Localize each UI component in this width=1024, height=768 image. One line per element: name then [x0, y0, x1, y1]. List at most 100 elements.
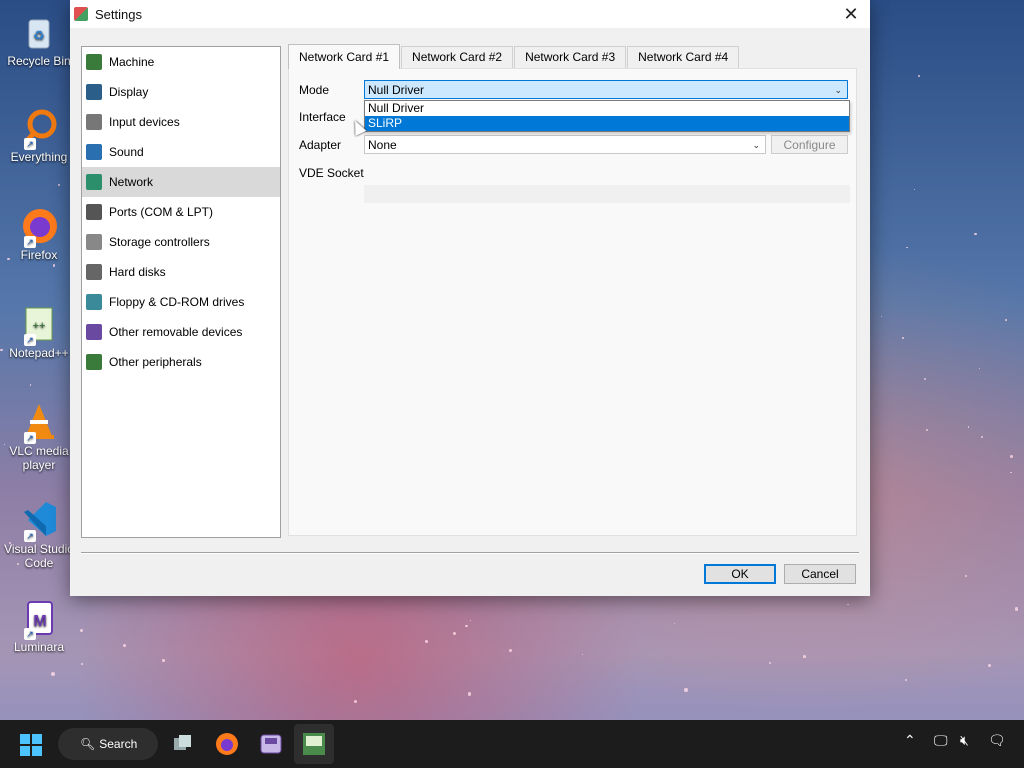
desktop-icon-label: Visual Studio Code [4, 542, 74, 570]
taskbar-firefox-icon[interactable] [215, 732, 239, 756]
snowflake [980, 436, 983, 439]
snowflake [467, 692, 472, 697]
snowflake [974, 232, 977, 235]
sidebar-item-display[interactable]: Display [82, 77, 280, 107]
snowflake [81, 663, 83, 665]
ok-button[interactable]: OK [704, 564, 776, 584]
settings-panel: Network Card #1 Network Card #2 Network … [288, 44, 857, 536]
snowflake [978, 368, 980, 370]
network-tray-icon[interactable]: 🖵︎ [934, 732, 948, 749]
shortcut-arrow-icon: ↗ [24, 334, 36, 346]
peripherals-icon [86, 354, 102, 370]
vlc-icon: ↗ [18, 400, 60, 444]
sidebar-item-label: Floppy & CD-ROM drives [109, 295, 245, 309]
adapter-select[interactable]: None ⌄ [364, 135, 766, 154]
luminara-icon: M ↗ [18, 596, 60, 640]
sidebar-item-ports-com-lpt[interactable]: Ports (COM & LPT) [82, 197, 280, 227]
mode-select-value: Null Driver [368, 83, 425, 97]
mode-dropdown-list: Null Driver SLiRP [364, 100, 850, 132]
windows-start-icon[interactable] [20, 734, 42, 756]
close-button[interactable]: ✕ [840, 3, 862, 25]
snowflake [924, 378, 927, 381]
desktop-icon-firefox[interactable]: ↗ Firefox [0, 204, 78, 262]
snowflake [967, 426, 970, 428]
sidebar-item-label: Display [109, 85, 149, 99]
sidebar-item-label: Hard disks [109, 265, 166, 279]
snowflake [914, 189, 916, 191]
settings-sidebar: Machine Display Input devices Sound Network P… [81, 46, 281, 538]
snowflake [881, 315, 883, 318]
desktop-icon-vlc[interactable]: ↗ VLC media player [0, 400, 78, 472]
volume-muted-icon[interactable]: 🔇︎ [960, 732, 969, 749]
title-bar[interactable]: Settings ✕ [70, 0, 870, 28]
sidebar-item-label: Other removable devices [109, 325, 243, 339]
sidebar-item-network[interactable]: Network [82, 167, 280, 197]
vde-socket-input[interactable] [364, 185, 850, 203]
snowflake [1010, 471, 1012, 474]
snowflake [425, 640, 429, 643]
tab-network-card-1[interactable]: Network Card #1 [288, 44, 401, 69]
search-icon: 🔍︎ [80, 737, 96, 751]
snowflake [683, 687, 688, 692]
sidebar-item-hard-disks[interactable]: Hard disks [82, 257, 280, 287]
sidebar-item-other-removable-devices[interactable]: Other removable devices [82, 317, 280, 347]
snowflake [918, 75, 921, 78]
footer-divider [81, 552, 859, 554]
snowflake [1009, 454, 1014, 459]
sidebar-item-other-peripherals[interactable]: Other peripherals [82, 347, 280, 377]
machine-icon [86, 54, 102, 70]
snowflake [469, 619, 471, 622]
snowflake [122, 643, 126, 647]
taskbar: 🔍︎ Search ⌃ 🖵︎ 🔇︎ 🗨︎ [0, 720, 1024, 768]
tab-network-card-4[interactable]: Network Card #4 [627, 46, 740, 68]
mode-select[interactable]: Null Driver ⌄ [364, 80, 848, 99]
tab-network-card-2[interactable]: Network Card #2 [401, 46, 514, 68]
sidebar-item-sound[interactable]: Sound [82, 137, 280, 167]
sidebar-item-storage-controllers[interactable]: Storage controllers [82, 227, 280, 257]
firefox-icon: ↗ [18, 204, 60, 248]
shortcut-arrow-icon: ↗ [24, 628, 36, 640]
sidebar-item-input-devices[interactable]: Input devices [82, 107, 280, 137]
snowflake [51, 672, 55, 677]
sidebar-item-label: Storage controllers [109, 235, 210, 249]
shortcut-arrow-icon: ↗ [24, 432, 36, 444]
chevron-down-icon: ⌄ [834, 85, 842, 95]
desktop-icon-vscode[interactable]: ↗ Visual Studio Code [0, 498, 78, 570]
sidebar-item-floppy-cd-rom-drives[interactable]: Floppy & CD-ROM drives [82, 287, 280, 317]
mode-option-slirp[interactable]: SLiRP [365, 116, 849, 131]
task-view-icon[interactable] [172, 734, 194, 754]
desktop-icon-notepadpp[interactable]: ++ ↗ Notepad++ [0, 302, 78, 360]
display-icon [86, 84, 102, 100]
tab-network-card-3[interactable]: Network Card #3 [514, 46, 627, 68]
desktop-icon-everything[interactable]: ↗ Everything [0, 106, 78, 164]
desktop-icon-label: Everything [10, 150, 68, 164]
taskbar-settings-app-icon[interactable] [294, 724, 334, 764]
taskbar-search[interactable]: 🔍︎ Search [58, 728, 158, 760]
snowflake [987, 663, 992, 668]
chevron-up-icon[interactable]: ⌃ [904, 732, 916, 749]
snowflake [847, 603, 849, 606]
notepad-plus-plus-icon: ++ ↗ [18, 302, 60, 346]
snowflake [964, 574, 968, 577]
snowflake [1014, 607, 1018, 611]
svg-text:♻: ♻ [33, 28, 45, 43]
snowflake [1005, 319, 1008, 321]
desktop-icon-label: Firefox [20, 248, 58, 262]
snowflake [162, 658, 166, 662]
sound-icon [86, 144, 102, 160]
everything-search-icon: ↗ [18, 106, 60, 150]
desktop-icon-luminara[interactable]: M ↗ Luminara [0, 596, 78, 654]
mode-option-null-driver[interactable]: Null Driver [365, 101, 849, 116]
vscode-icon: ↗ [18, 498, 60, 542]
ports-icon [86, 204, 102, 220]
desktop-icon-recycle-bin[interactable]: ♻ Recycle Bin [0, 10, 78, 68]
chevron-down-icon: ⌄ [752, 140, 760, 150]
configure-button[interactable]: Configure [771, 135, 848, 154]
snowflake [768, 661, 772, 665]
svg-text:M: M [33, 613, 46, 630]
cancel-button[interactable]: Cancel [784, 564, 856, 584]
sidebar-item-machine[interactable]: Machine [82, 47, 280, 77]
notifications-icon[interactable]: 🗨︎ [988, 732, 1006, 749]
network-icon [86, 174, 102, 190]
taskbar-emulator-icon[interactable] [259, 732, 283, 756]
